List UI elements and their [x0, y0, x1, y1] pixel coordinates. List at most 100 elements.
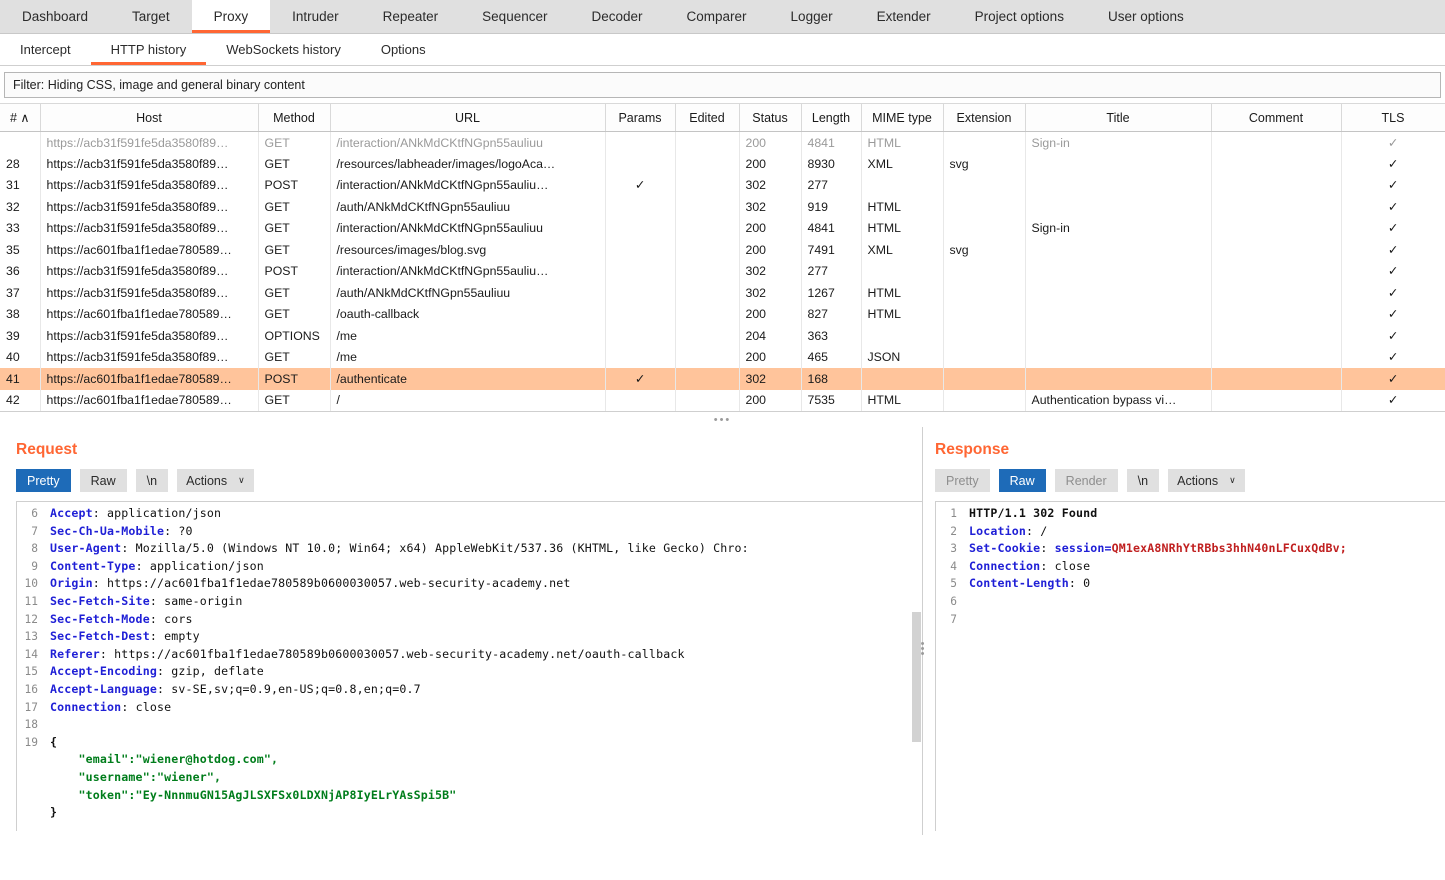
main-tab-intruder[interactable]: Intruder: [270, 0, 361, 33]
column-header-tls[interactable]: TLS: [1341, 103, 1445, 132]
main-tab-sequencer[interactable]: Sequencer: [460, 0, 569, 33]
main-tab-proxy[interactable]: Proxy: [191, 0, 271, 33]
main-tab-logger[interactable]: Logger: [769, 0, 855, 33]
request-scroll-thumb[interactable]: [912, 612, 921, 742]
table-row[interactable]: 33 https://acb31f591fe5da3580f89… GET/inte…: [0, 217, 1445, 239]
request-raw-button[interactable]: Raw: [79, 469, 127, 492]
column-header-edited[interactable]: Edited: [675, 103, 740, 132]
code-line: Referer: https://ac601fba1f1edae780589b0…: [50, 646, 685, 661]
response-actions-label: Actions: [1177, 473, 1219, 488]
column-header-extension[interactable]: Extension: [943, 103, 1026, 132]
cell-url: /auth/ANkMdCKtfNGpn55auliuu: [330, 196, 606, 218]
sub-tab-websockets-history[interactable]: WebSockets history: [206, 34, 361, 65]
cell-mime: HTML: [861, 131, 944, 153]
cell-mime: [861, 325, 944, 347]
cell-title: [1025, 368, 1212, 390]
request-pretty-button[interactable]: Pretty: [16, 469, 71, 492]
cell-title: Authentication bypass vi…: [1025, 389, 1212, 411]
request-code[interactable]: Accept: application/json Sec-Ch-Ua-Mobile…: [43, 502, 922, 831]
table-row-partial[interactable]: https://acb31f591fe5da3580f89… GET/intera…: [0, 131, 1445, 153]
chevron-down-icon: ∨: [1229, 475, 1236, 485]
column-header-index[interactable]: # ∧: [0, 103, 41, 132]
request-actions-button[interactable]: Actions ∨: [177, 469, 254, 492]
column-header-title[interactable]: Title: [1025, 103, 1212, 132]
line-number: 15: [24, 665, 38, 679]
line-number: 7: [950, 612, 957, 626]
sub-tab-options[interactable]: Options: [361, 34, 446, 65]
filter-bar[interactable]: Filter: Hiding CSS, image and general bi…: [4, 72, 1441, 98]
cell-mime: XML: [861, 239, 944, 261]
request-editor[interactable]: 6 7 8 9 10 11 12 13 14 15 16 17 18 19 Accept: applica…: [16, 501, 922, 831]
cell-length: 465: [801, 346, 862, 368]
column-header-mime-type[interactable]: MIME type: [861, 103, 944, 132]
response-raw-button[interactable]: Raw: [998, 469, 1046, 492]
main-tab-comparer[interactable]: Comparer: [665, 0, 769, 33]
horizontal-splitter[interactable]: •••: [0, 411, 1445, 427]
table-row[interactable]: 31 https://acb31f591fe5da3580f89… POST/int…: [0, 174, 1445, 196]
line-number: 6: [950, 594, 957, 608]
sub-tab-intercept[interactable]: Intercept: [0, 34, 91, 65]
table-row[interactable]: 42 https://ac601fba1f1edae780589… GET/ 200 7…: [0, 389, 1445, 411]
cell-method: OPTIONS: [258, 325, 331, 347]
table-row[interactable]: 28 https://acb31f591fe5da3580f89… GET/reso…: [0, 153, 1445, 175]
cell-mime: HTML: [861, 196, 944, 218]
request-vertical-scrollbar[interactable]: [911, 502, 922, 831]
main-tab-user-options[interactable]: User options: [1086, 0, 1206, 33]
cell-params: ✓: [605, 174, 676, 196]
column-header-label: Params: [618, 110, 662, 125]
cell-params: [605, 196, 676, 218]
main-tab-dashboard[interactable]: Dashboard: [0, 0, 110, 33]
column-header-length[interactable]: Length: [801, 103, 862, 132]
response-code[interactable]: HTTP/1.1 302 Found Location: / Set-Cookie:…: [962, 502, 1445, 831]
column-header-url[interactable]: URL: [330, 103, 606, 132]
cell-method: GET: [258, 239, 331, 261]
column-header-method[interactable]: Method: [258, 103, 331, 132]
table-row[interactable]: 39 https://acb31f591fe5da3580f89… OPTIONS /…: [0, 325, 1445, 347]
table-row[interactable]: 40 https://acb31f591fe5da3580f89… GET/me 20…: [0, 346, 1445, 368]
response-editor[interactable]: 1 2 3 4 5 6 7 HTTP/1.1 302 Found Location: / Set…: [935, 501, 1445, 831]
main-tab-project-options[interactable]: Project options: [953, 0, 1086, 33]
main-tab-label: Repeater: [382, 9, 439, 24]
column-header-params[interactable]: Params: [605, 103, 676, 132]
cell-edited: [675, 239, 740, 261]
main-tab-extender[interactable]: Extender: [855, 0, 953, 33]
main-tab-repeater[interactable]: Repeater: [361, 0, 461, 33]
response-actions-button[interactable]: Actions ∨: [1168, 469, 1245, 492]
response-render-button[interactable]: Render: [1054, 469, 1118, 492]
main-tab-label: Extender: [876, 9, 931, 24]
sub-tab-http-history[interactable]: HTTP history: [91, 34, 207, 65]
filter-bar-container: Filter: Hiding CSS, image and general bi…: [0, 66, 1445, 103]
main-tab-decoder[interactable]: Decoder: [569, 0, 664, 33]
cell-comment: [1211, 260, 1342, 282]
cell-title: [1025, 346, 1212, 368]
cell-tls: ✓: [1341, 325, 1445, 347]
table-row[interactable]: 32 https://acb31f591fe5da3580f89… GET/auth…: [0, 196, 1445, 218]
cell-extension: [943, 196, 1026, 218]
cell-title: [1025, 325, 1212, 347]
response-n-button[interactable]: \n: [1126, 469, 1160, 492]
response-pane: Response Pretty Raw Render \n Actions ∨ 1 2 3 4 5…: [923, 427, 1445, 835]
column-header-host[interactable]: Host: [40, 103, 259, 132]
cell-title: Sign-in: [1025, 131, 1212, 153]
column-header-status[interactable]: Status: [739, 103, 802, 132]
table-row[interactable]: 38 https://ac601fba1f1edae780589… GET/oaut…: [0, 303, 1445, 325]
line-number: 5: [950, 577, 957, 591]
table-row[interactable]: 37 https://acb31f591fe5da3580f89… GET/auth…: [0, 282, 1445, 304]
code-line: }: [50, 805, 58, 820]
request-n-button[interactable]: \n: [135, 469, 169, 492]
table-row[interactable]: 41 https://ac601fba1f1edae780589… POST/aut…: [0, 368, 1445, 390]
column-header-comment[interactable]: Comment: [1211, 103, 1342, 132]
line-number: 16: [24, 682, 38, 696]
cell-edited: [675, 325, 740, 347]
main-tab-target[interactable]: Target: [110, 0, 192, 33]
table-row[interactable]: 36 https://acb31f591fe5da3580f89… POST/int…: [0, 260, 1445, 282]
response-pretty-button[interactable]: Pretty: [935, 469, 990, 492]
cell-method: POST: [258, 260, 331, 282]
cell-tls: ✓: [1341, 389, 1445, 411]
cell-mime: [861, 368, 944, 390]
cell-comment: [1211, 239, 1342, 261]
table-row[interactable]: 35 https://ac601fba1f1edae780589… GET/reso…: [0, 239, 1445, 261]
cell-num: 37: [0, 282, 41, 304]
cell-tls: ✓: [1341, 153, 1445, 175]
